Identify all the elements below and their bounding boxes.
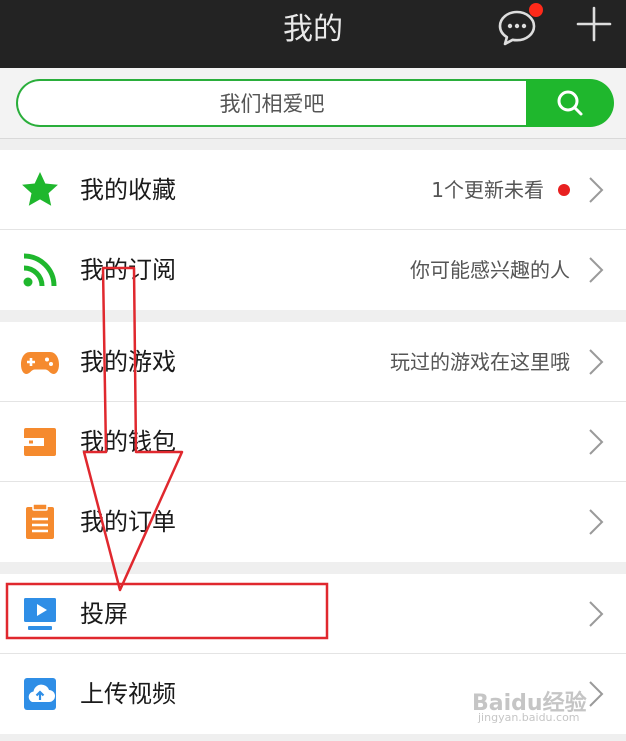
- chevron-right-icon: [589, 257, 604, 283]
- add-button[interactable]: [574, 4, 614, 44]
- menu-item-wallet[interactable]: 我的钱包: [0, 402, 626, 482]
- search-query-text: 我们相爱吧: [219, 92, 325, 116]
- hint-note: 你可能感兴趣的人: [410, 258, 570, 282]
- search-input[interactable]: 我们相爱吧: [16, 79, 526, 127]
- top-bar: 我的: [0, 0, 626, 68]
- notification-dot-icon: [529, 3, 543, 17]
- gamepad-icon: [21, 352, 59, 374]
- chevron-right-icon: [589, 601, 604, 627]
- chevron-right-icon: [589, 177, 604, 203]
- menu-item-cast[interactable]: 投屏: [0, 574, 626, 654]
- search-bar: 我们相爱吧: [0, 68, 626, 139]
- menu-label: 上传视频: [80, 680, 176, 708]
- menu-group-2: 我的游戏 玩过的游戏在这里哦 我的钱包 我的订单: [0, 322, 626, 562]
- watermark-url: jingyan.baidu.com: [478, 711, 580, 724]
- cloud-upload-icon: [24, 678, 56, 710]
- wallet-icon: [24, 428, 56, 456]
- star-icon: [22, 172, 58, 206]
- menu-item-orders[interactable]: 我的订单: [0, 482, 626, 562]
- menu-label: 我的订阅: [80, 256, 176, 284]
- watermark: Baidu经验 jingyan.baidu.com: [472, 685, 602, 725]
- menu-item-favorites[interactable]: 我的收藏 1个更新未看: [0, 150, 626, 230]
- menu-group-1: 我的收藏 1个更新未看 我的订阅 你可能感兴趣的人: [0, 150, 626, 310]
- message-button[interactable]: [496, 3, 544, 52]
- update-note: 1个更新未看: [431, 178, 544, 202]
- menu-label: 投屏: [80, 600, 128, 628]
- menu-label: 我的游戏: [80, 348, 176, 376]
- chevron-right-icon: [589, 429, 604, 455]
- menu-label: 我的收藏: [80, 176, 176, 204]
- chevron-right-icon: [589, 349, 604, 375]
- hint-note: 玩过的游戏在这里哦: [390, 350, 570, 374]
- menu-item-subscriptions[interactable]: 我的订阅 你可能感兴趣的人: [0, 230, 626, 310]
- menu-label: 我的钱包: [80, 428, 176, 456]
- unread-dot: [558, 184, 570, 196]
- screen-cast-icon: [24, 598, 56, 630]
- plus-icon: [576, 6, 612, 42]
- search-icon: [557, 90, 583, 116]
- menu-item-games[interactable]: 我的游戏 玩过的游戏在这里哦: [0, 322, 626, 402]
- search-button[interactable]: [526, 79, 614, 127]
- clipboard-icon: [26, 503, 54, 539]
- menu-label: 我的订单: [80, 508, 176, 536]
- rss-icon: [23, 253, 57, 287]
- chevron-right-icon: [589, 509, 604, 535]
